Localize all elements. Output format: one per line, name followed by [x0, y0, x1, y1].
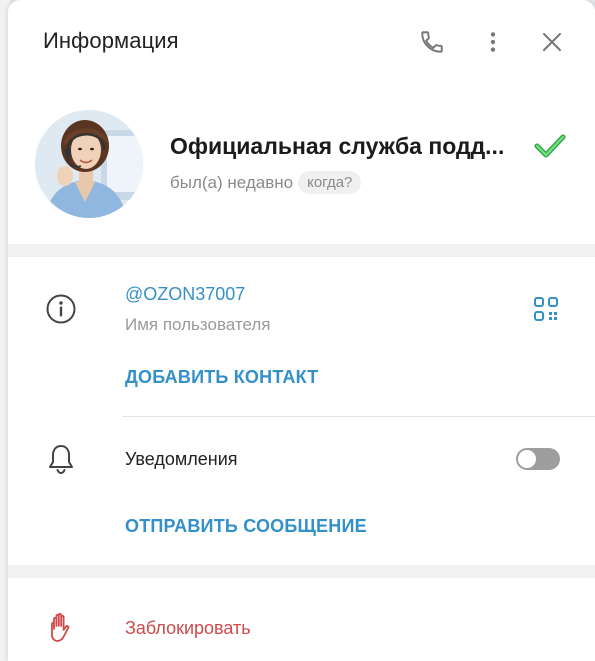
phone-icon[interactable]: [416, 26, 448, 58]
notifications-label: Уведомления: [125, 449, 238, 469]
danger-section: [8, 578, 595, 661]
info-icon: [43, 291, 79, 327]
notifications-toggle[interactable]: [516, 448, 560, 470]
user-info-panel: Информация Официальная служба подд... бы…: [8, 0, 595, 661]
panel-title: Информация: [43, 28, 179, 53]
avatar[interactable]: [35, 110, 143, 218]
profile-section: Информация Официальная служба подд... бы…: [8, 0, 595, 244]
divider: [122, 416, 595, 417]
qr-code-icon[interactable]: [528, 291, 564, 327]
username-link[interactable]: @OZON37007: [125, 284, 245, 305]
profile-name: Официальная служба подд...: [170, 133, 505, 159]
block-button[interactable]: Заблокировать: [125, 618, 251, 639]
last-seen-text: был(а) недавно: [170, 172, 294, 192]
when-button[interactable]: когда?: [298, 171, 362, 194]
add-contact-button[interactable]: ДОБАВИТЬ КОНТАКТ: [125, 367, 318, 388]
username-caption: Имя пользователя: [125, 315, 271, 334]
send-message-button[interactable]: ОТПРАВИТЬ СООБЩЕНИЕ: [125, 516, 367, 537]
more-vertical-icon[interactable]: [477, 26, 509, 58]
close-icon[interactable]: [536, 26, 568, 58]
toggle-knob: [518, 450, 536, 468]
block-hand-icon: [43, 610, 79, 646]
verified-check-icon: [534, 132, 566, 160]
bell-icon: [43, 441, 79, 477]
last-seen-status: был(а) недавно когда?: [170, 171, 362, 194]
